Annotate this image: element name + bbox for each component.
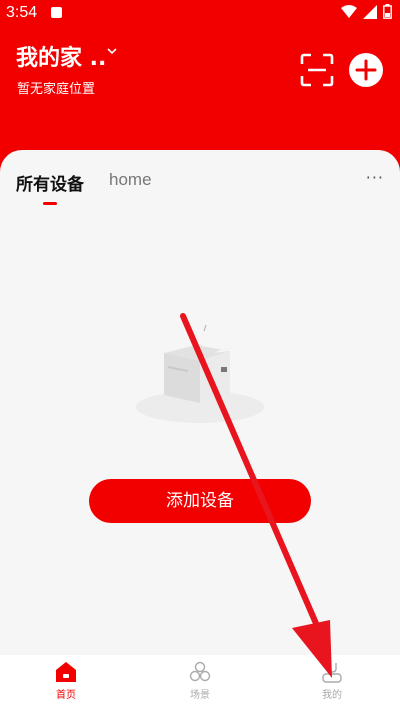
nav-mine-label: 我的 [322,690,342,701]
signal-icon [363,4,377,19]
profile-icon [322,663,342,683]
nav-home[interactable]: 首页 [36,661,96,701]
scene-icon [189,661,211,682]
scan-icon [300,53,334,87]
device-list-panel: 所有设备 home ··· 添加设备 [0,150,400,655]
bottom-nav: 首页 场景 我的 [0,655,400,710]
tab-home[interactable]: home [109,170,152,190]
tab-active-indicator [43,202,57,205]
chevron-down-icon[interactable] [107,44,117,58]
plus-icon [355,59,377,81]
more-tabs-button[interactable]: ··· [366,168,384,187]
home-icon [56,662,76,682]
nav-scene-label: 场景 [190,690,210,701]
add-device-button[interactable]: 添加设备 [89,479,311,523]
battery-icon [383,4,392,19]
wifi-icon [341,4,357,18]
empty-box-icon [136,325,264,423]
nav-home-label: 首页 [56,690,76,701]
status-time: 3:54 [6,4,38,21]
home-name[interactable]: 我的家 .. [16,40,106,72]
nav-mine[interactable]: 我的 [302,661,362,701]
tab-all-devices[interactable]: 所有设备 [16,170,84,195]
status-icons [341,4,392,19]
status-bar: 3:54 [0,0,400,26]
scan-button[interactable] [300,53,334,87]
notification-app-icon [51,7,62,18]
home-location: 暂无家庭位置 [17,82,96,97]
nav-scene[interactable]: 场景 [170,661,230,701]
add-button[interactable] [349,53,383,87]
